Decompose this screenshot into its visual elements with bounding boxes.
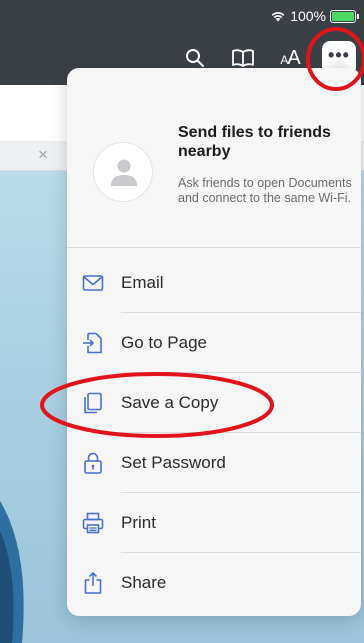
menu-item-label: Save a Copy [121, 393, 219, 412]
more-options-popover: Send files to friends nearby Ask friends… [67, 68, 361, 616]
envelope-icon [82, 275, 104, 291]
menu-item-label: Go to Page [121, 333, 208, 352]
menu-item-label: Email [121, 273, 164, 292]
send-nearby-title: Send files to friends nearby [178, 124, 331, 160]
menu-item-print[interactable]: Print [67, 493, 361, 553]
copy-icon [84, 392, 102, 414]
menu-item-label: Set Password [121, 453, 226, 472]
send-nearby-description: Ask friends to open Documents and connec… [178, 176, 352, 205]
status-indicators: 100% [270, 7, 359, 25]
wifi-icon [271, 12, 285, 22]
status-bar: 100% [0, 0, 364, 31]
menu-item-label: Share [121, 573, 167, 592]
send-nearby-section[interactable]: Send files to friends nearby Ask friends… [67, 68, 361, 248]
battery-level [332, 11, 354, 21]
search-icon [186, 49, 205, 68]
menu-item-share[interactable]: Share [67, 553, 361, 613]
battery-percent: 100% [290, 8, 326, 24]
menu-item-go-to-page[interactable]: Go to Page [67, 313, 361, 373]
avatar [93, 142, 153, 202]
popover-arrow [330, 58, 350, 68]
tab-close-button[interactable]: × [35, 146, 51, 164]
menu-item-save-a-copy[interactable]: Save a Copy [67, 373, 361, 433]
font-size-icon: AA [280, 46, 300, 69]
lock-icon [84, 452, 102, 474]
printer-icon [82, 512, 104, 534]
menu-item-set-password[interactable]: Set Password [67, 433, 361, 493]
book-icon [232, 49, 254, 67]
go-to-page-icon [83, 332, 102, 354]
menu-item-label: Print [121, 513, 156, 532]
share-icon [84, 572, 102, 594]
menu-item-email[interactable]: Email [67, 253, 361, 313]
battery-icon [330, 9, 359, 23]
person-icon [111, 159, 137, 186]
